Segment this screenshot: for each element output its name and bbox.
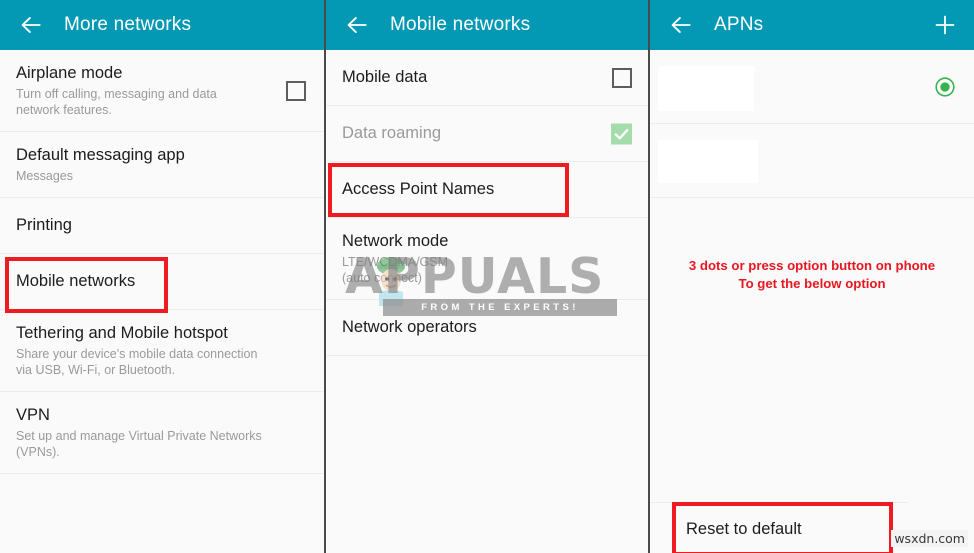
list-item-title: Printing <box>16 216 72 234</box>
panel-divider <box>324 0 326 553</box>
panel-divider <box>648 0 650 553</box>
appbar-more-networks: More networks <box>0 0 324 50</box>
list-item-mobile-data[interactable]: Mobile data <box>326 50 650 106</box>
list-item-printing[interactable]: Printing <box>0 198 324 254</box>
plus-icon[interactable] <box>933 13 957 37</box>
appbar-mobile-networks: Mobile networks <box>326 0 650 50</box>
list-item-title: Network mode <box>342 232 449 250</box>
back-arrow-icon[interactable] <box>344 12 370 38</box>
redaction-block-apn-2 <box>658 140 758 183</box>
panel-mobile-networks: Mobile networks Mobile data Data roaming… <box>326 0 650 553</box>
screenshot-root: More networks Airplane mode Turn off cal… <box>0 0 974 553</box>
list-item-mobile-networks[interactable]: Mobile networks <box>0 254 324 310</box>
list-item-title: Mobile networks <box>16 272 136 290</box>
mobile-data-checkbox[interactable] <box>612 67 632 88</box>
list-item-title: Mobile data <box>342 68 428 86</box>
data-roaming-checkbox[interactable] <box>611 123 632 144</box>
list-item-title: Access Point Names <box>342 180 495 198</box>
apn-list <box>650 50 974 553</box>
list-item-title: VPN <box>16 406 50 424</box>
list-empty-space <box>326 356 650 553</box>
page-title: More networks <box>64 14 192 35</box>
page-title: Mobile networks <box>390 14 531 35</box>
back-arrow-icon[interactable] <box>18 12 44 38</box>
list-item-vpn[interactable]: VPN Set up and manage Virtual Private Ne… <box>0 392 324 474</box>
list-item-airplane-mode[interactable]: Airplane mode Turn off calling, messagin… <box>0 50 324 132</box>
list-empty-space <box>650 198 974 553</box>
list-item-subtitle: Set up and manage Virtual Private Networ… <box>16 429 262 459</box>
list-item-network-operators[interactable]: Network operators <box>326 300 650 356</box>
annotation-note-line-2: To get the below option <box>738 276 886 291</box>
list-item-network-mode[interactable]: Network mode LTE/WCDMA/GSM (auto connect… <box>326 218 650 300</box>
list-item-title: Airplane mode <box>16 64 123 82</box>
page-title: APNs <box>714 14 764 35</box>
list-empty-space <box>0 474 324 553</box>
redaction-block-apn-1 <box>658 66 754 111</box>
apn-selected-radio[interactable] <box>934 76 956 98</box>
list-item-access-point-names[interactable]: Access Point Names <box>326 162 650 218</box>
list-item-tethering-and-mobile-hotspot[interactable]: Tethering and Mobile hotspot Share your … <box>0 310 324 392</box>
appbar-apns: APNs <box>650 0 974 50</box>
panel-more-networks: More networks Airplane mode Turn off cal… <box>0 0 324 553</box>
reset-to-default-label: Reset to default <box>686 520 802 538</box>
settings-list-mobile-networks: Mobile data Data roaming Access Point Na… <box>326 50 650 553</box>
list-item-default-messaging-app[interactable]: Default messaging app Messages <box>0 132 324 198</box>
annotation-note-line-1: 3 dots or press option button on phone <box>688 258 936 273</box>
list-item-subtitle: Share your device's mobile data connecti… <box>16 347 258 377</box>
annotation-note: 3 dots or press option button on phone T… <box>650 257 974 293</box>
site-watermark: wsxdn.com <box>891 530 968 547</box>
settings-list-more-networks: Airplane mode Turn off calling, messagin… <box>0 50 324 553</box>
reset-to-default-item[interactable]: Reset to default <box>650 502 908 553</box>
list-item-data-roaming[interactable]: Data roaming <box>326 106 650 162</box>
list-item-title: Default messaging app <box>16 146 185 164</box>
list-item-subtitle: Messages <box>16 169 73 183</box>
airplane-mode-checkbox[interactable] <box>286 80 306 101</box>
list-item-title: Tethering and Mobile hotspot <box>16 324 228 342</box>
list-item-subtitle: LTE/WCDMA/GSM (auto connect) <box>342 255 449 285</box>
back-arrow-icon[interactable] <box>668 12 694 38</box>
list-item-title: Data roaming <box>342 124 442 142</box>
list-item-title: Network operators <box>342 318 477 336</box>
panel-apns: APNs 3 dots or press option button on ph… <box>650 0 974 553</box>
list-item-subtitle: Turn off calling, messaging and data net… <box>16 87 217 117</box>
